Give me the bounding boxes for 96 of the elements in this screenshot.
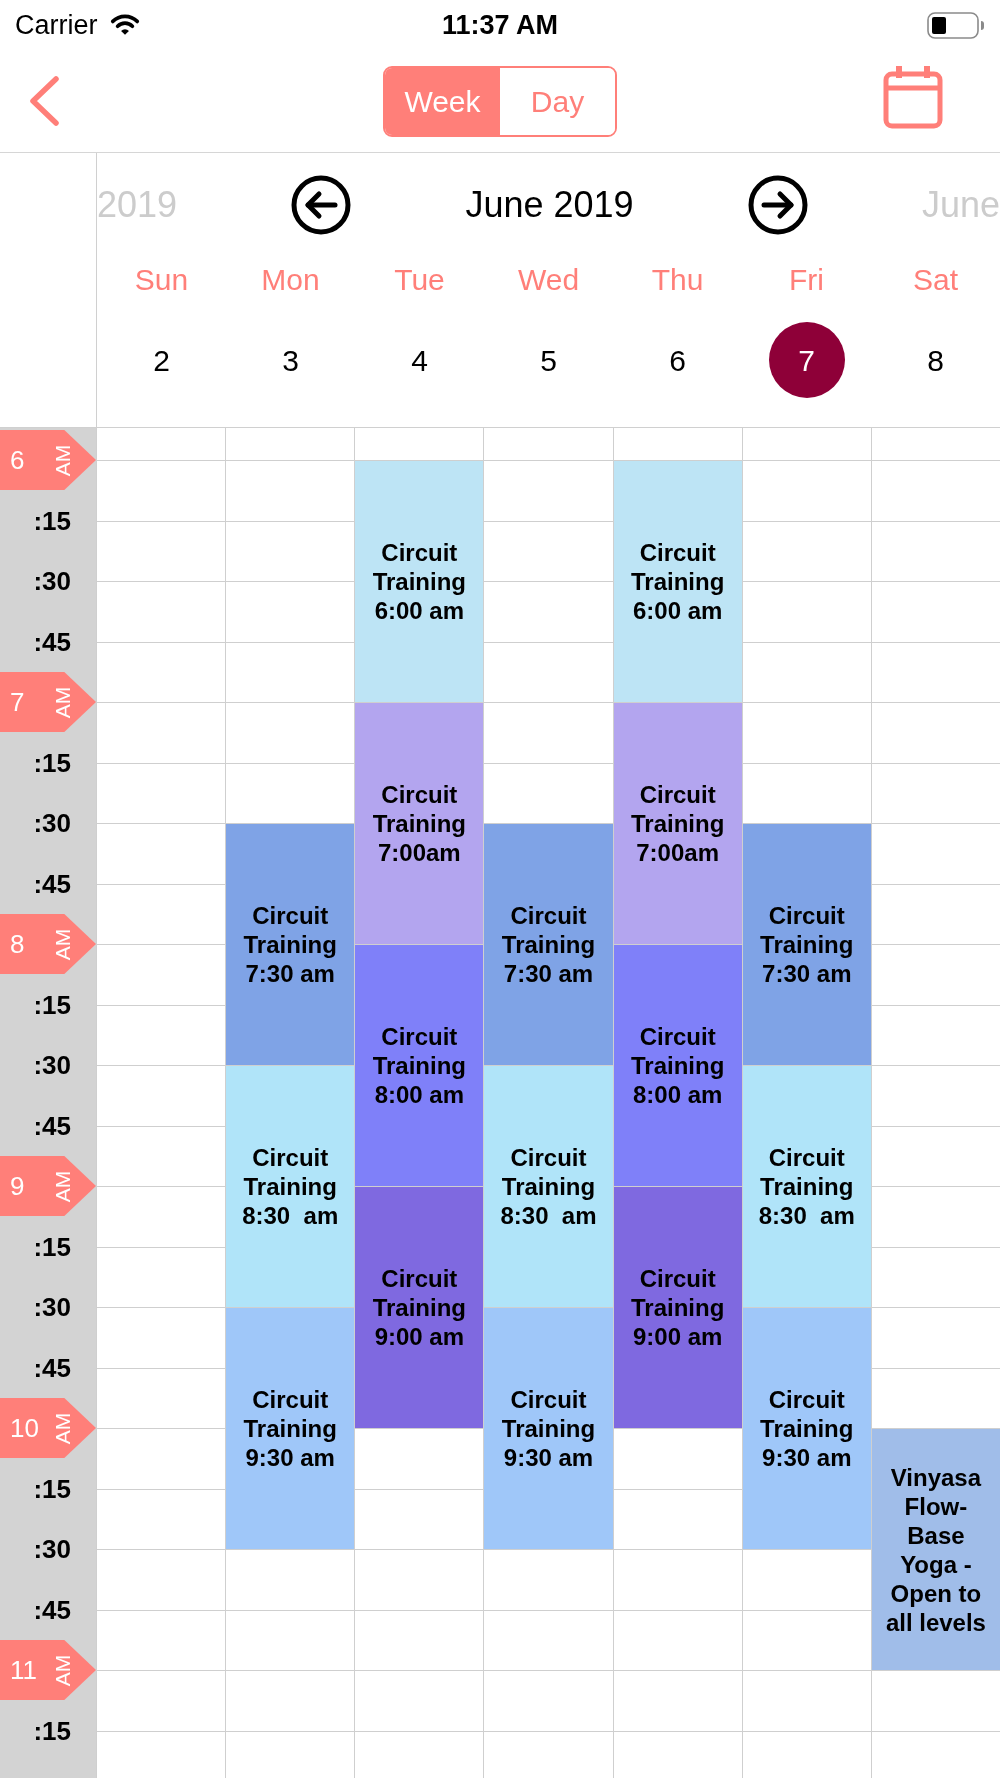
quarter-label: :15 [33, 749, 71, 776]
hour-label: 11 [10, 1657, 37, 1683]
event-time: 7:30 am [762, 959, 852, 988]
event-time: 7:00am [636, 838, 719, 867]
event-time: 9:00 am [632, 1322, 723, 1351]
weekday-label: Mon [261, 265, 320, 295]
event-block[interactable]: Circuit Training 9:30 am [226, 1307, 355, 1549]
current-month-label: June 2019 [465, 187, 634, 223]
quarter-label: :45 [33, 870, 71, 897]
event-block[interactable]: Circuit Training 9:30 am [742, 1307, 871, 1549]
quarter-label: :45 [33, 1596, 71, 1623]
event-block[interactable]: Circuit Training 8:00 am [355, 944, 484, 1186]
event-block[interactable]: Circuit Training 7:30 am [742, 823, 871, 1065]
event-block[interactable]: Circuit Training 9:00 am [613, 1186, 742, 1428]
period-label: AM [52, 686, 74, 718]
arrow-left-circle-icon[interactable] [291, 175, 352, 235]
event-title: Circuit Training [759, 1143, 855, 1201]
event-title: Circuit Training [629, 538, 726, 596]
event-time: 7:30 am [503, 959, 594, 988]
hour-label: 7 [10, 689, 25, 715]
event-title: Circuit Training [500, 1385, 597, 1443]
event-title: Circuit Training [371, 1022, 467, 1080]
event-block[interactable]: Circuit Training 9:30 am [484, 1307, 613, 1549]
period-label: AM [52, 444, 74, 476]
event-title: Circuit Training [500, 901, 597, 959]
event-title: Circuit Training [629, 1264, 726, 1322]
quarter-label: :45 [33, 628, 71, 655]
event-time: 6:00 am [632, 596, 723, 625]
event-title: Circuit Training [759, 901, 855, 959]
quarter-label: :15 [33, 1717, 71, 1744]
event-time: 9:30 am [245, 1443, 335, 1472]
quarter-label: :30 [33, 568, 71, 594]
event-title: Circuit Training [629, 1022, 726, 1080]
hour-label: 8 [10, 931, 25, 957]
event-block[interactable]: Circuit Training 7:30 am [226, 823, 355, 1065]
event-time: 9:00 am [374, 1322, 465, 1351]
battery-icon [927, 11, 985, 39]
event-block[interactable]: Circuit Training 8:30 am [484, 1065, 613, 1307]
event-time: 8:30 am [242, 1201, 339, 1230]
event-block[interactable]: Circuit Training 8:00 am [613, 944, 742, 1186]
quarter-label: :15 [33, 507, 71, 534]
carrier-label: Carrier [15, 11, 98, 39]
period-label: AM [52, 928, 74, 960]
weekday-label: Sat [913, 265, 958, 295]
weekday-label: Tue [394, 265, 445, 295]
quarter-label: :15 [33, 991, 71, 1018]
event-block[interactable]: Vinyasa Flow-Base Yoga - Open to all levels [871, 1428, 1000, 1670]
event-title: Circuit Training [759, 1385, 855, 1443]
event-title: Circuit Training [242, 901, 338, 959]
event-time: 8:30 am [758, 1201, 855, 1230]
quarter-label: :30 [33, 810, 71, 836]
event-time: 8:00 am [374, 1080, 465, 1109]
period-label: AM [52, 1170, 74, 1202]
event-time: 6:00 am [374, 596, 465, 625]
quarter-label: :30 [33, 1294, 71, 1320]
quarter-label: :15 [33, 1233, 71, 1260]
event-block[interactable]: Circuit Training 8:30 am [226, 1065, 355, 1307]
event-title: Circuit Training [371, 780, 467, 838]
event-title: Circuit Training [629, 780, 726, 838]
weekday-label: Fri [789, 265, 824, 295]
date-button[interactable]: 7 [768, 322, 845, 398]
event-block[interactable]: Circuit Training 9:00 am [355, 1186, 484, 1428]
event-title: Circuit Training [500, 1143, 597, 1201]
weekday-label: Sun [134, 265, 189, 295]
event-time: 9:30 am [503, 1443, 594, 1472]
clock-time: 11:37 AM [441, 11, 558, 39]
hour-label: 9 [10, 1173, 25, 1199]
event-title: Circuit Training [242, 1385, 338, 1443]
event-time: 7:30 am [245, 959, 335, 988]
event-title: Circuit Training [371, 538, 467, 596]
arrow-right-circle-icon[interactable] [747, 175, 808, 235]
wifi-icon [109, 14, 140, 36]
period-label: AM [52, 1654, 74, 1686]
hour-label: 6 [10, 447, 25, 473]
event-title: Vinyasa Flow-Base Yoga - Open to all levels [884, 1462, 987, 1637]
event-block[interactable]: Circuit Training 6:00 am [613, 460, 742, 702]
event-title: Circuit Training [371, 1264, 467, 1322]
weekday-label: Wed [517, 265, 580, 295]
quarter-label: :45 [33, 1112, 71, 1139]
quarter-label: :15 [33, 1475, 71, 1502]
event-block[interactable]: Circuit Training 6:00 am [355, 460, 484, 702]
event-time: 8:00 am [632, 1080, 723, 1109]
period-label: AM [52, 1412, 74, 1444]
event-block[interactable]: Circuit Training 7:30 am [484, 823, 613, 1065]
quarter-label: :30 [33, 1536, 71, 1562]
event-time: 8:30 am [500, 1201, 597, 1230]
event-block[interactable]: Circuit Training 7:00am [355, 702, 484, 944]
quarter-label: :30 [33, 1052, 71, 1078]
quarter-label: :45 [33, 1354, 71, 1381]
hour-label: 10 [10, 1415, 39, 1441]
event-block[interactable]: Circuit Training 8:30 am [742, 1065, 871, 1307]
event-title: Circuit Training [242, 1143, 338, 1201]
event-time: 9:30 am [762, 1443, 852, 1472]
event-block[interactable]: Circuit Training 7:00am [613, 702, 742, 944]
weekday-label: Thu [651, 265, 704, 295]
event-time: 7:00am [378, 838, 461, 867]
